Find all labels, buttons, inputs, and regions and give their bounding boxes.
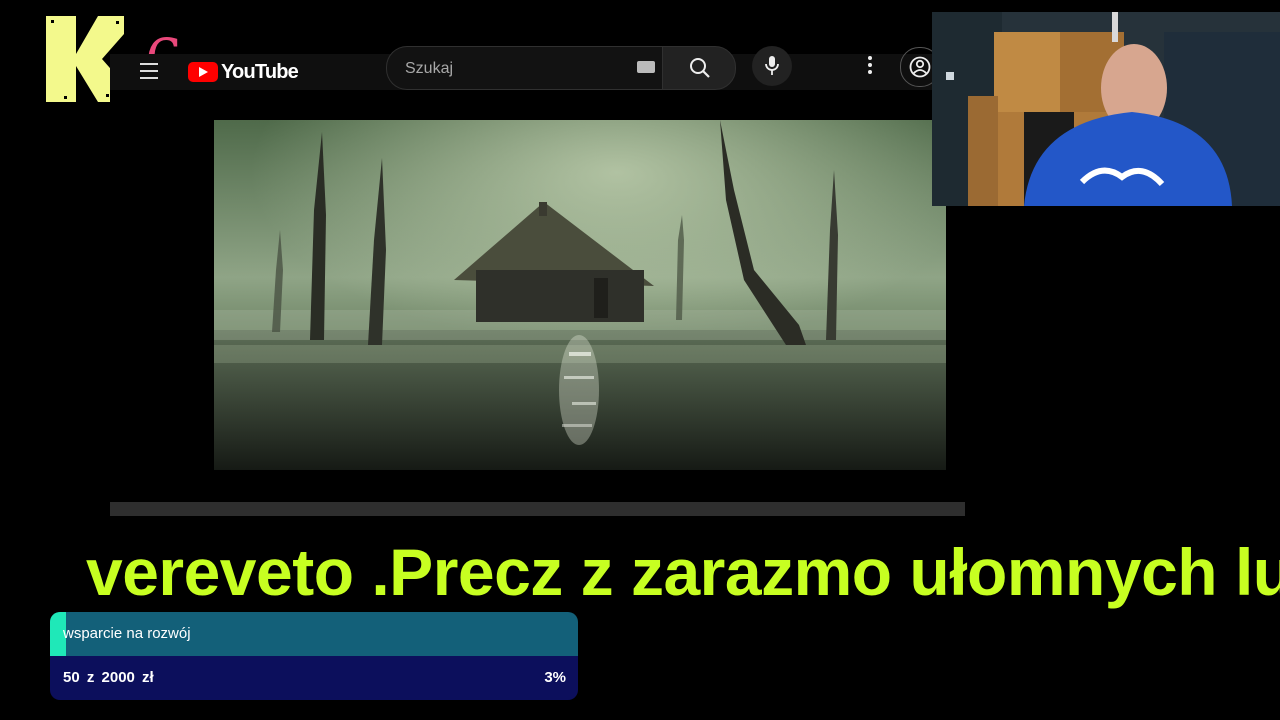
video-progress-bar[interactable] [110, 502, 965, 516]
keyboard-icon[interactable] [637, 61, 655, 73]
video-thumbnail-swamp-hut [214, 120, 946, 470]
youtube-header: YouTube [110, 46, 940, 91]
search-input[interactable] [403, 47, 627, 91]
goal-amount: 50 z 2000 zł [63, 669, 154, 686]
account-icon [909, 56, 931, 78]
goal-progress-track: wsparcie na rozwój [50, 612, 578, 656]
hamburger-menu-icon[interactable] [140, 63, 158, 79]
scrolling-ticker: vereveto .Precz z zarazmo ułomnych ludzi [0, 530, 1280, 610]
webcam-feed [932, 12, 1280, 206]
search-icon [690, 58, 710, 78]
video-player[interactable] [110, 90, 965, 516]
ticker-text: vereveto .Precz z zarazmo ułomnych ludzi [86, 535, 1280, 609]
donation-goal-widget: wsparcie na rozwój 50 z 2000 zł 3% [50, 612, 578, 700]
goal-percent: 3% [544, 669, 566, 686]
goal-label: wsparcie na rozwój [63, 625, 191, 642]
goal-status: 50 z 2000 zł 3% [50, 656, 578, 700]
youtube-play-icon [188, 62, 218, 82]
search-button[interactable] [662, 46, 736, 90]
voice-search-button[interactable] [752, 46, 792, 86]
more-options-icon[interactable] [862, 56, 878, 76]
microphone-icon [765, 56, 779, 75]
youtube-wordmark: YouTube [221, 60, 299, 83]
search-box [386, 46, 663, 91]
youtube-logo[interactable]: YouTube [188, 54, 299, 90]
